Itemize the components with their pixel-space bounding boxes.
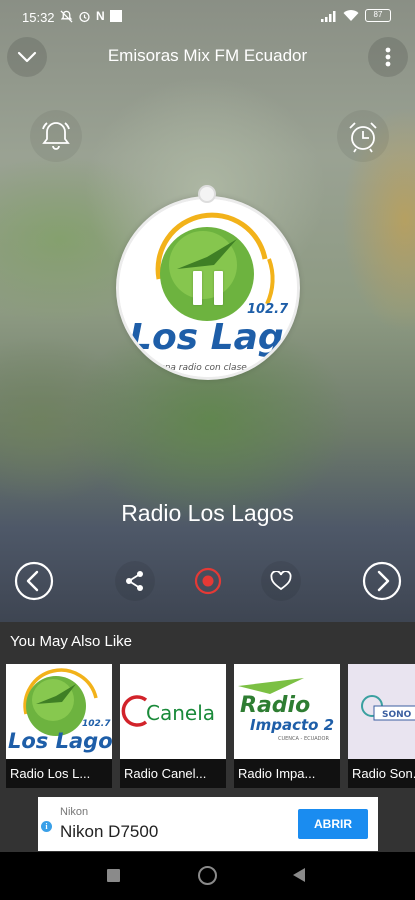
- pause-button[interactable]: [193, 271, 223, 305]
- station-card-label: Radio Los L...: [10, 766, 91, 781]
- logo-word: Los Lagos: [129, 317, 297, 358]
- station-card[interactable]: SONO Radio Son...: [348, 664, 415, 788]
- share-button[interactable]: [115, 561, 155, 601]
- svg-text:Radio: Radio: [240, 693, 310, 718]
- section-title: You May Also Like: [10, 633, 133, 650]
- chevron-right-icon: [362, 561, 402, 601]
- svg-text:102.7: 102.7: [82, 719, 111, 729]
- signal-icon: [321, 10, 336, 22]
- station-card[interactable]: Los Lagos 102.7 Radio Los L...: [6, 664, 112, 788]
- station-name: Radio Los Lagos: [121, 500, 294, 526]
- station-card-logo: Canela: [120, 664, 226, 759]
- station-card-logo: Los Lagos 102.7: [6, 664, 112, 759]
- bell-icon: [42, 122, 70, 150]
- station-card-label: Radio Canel...: [124, 766, 207, 781]
- status-bar: 15:32 N 87: [0, 0, 415, 34]
- previous-station-button[interactable]: [14, 561, 54, 601]
- sleep-timer-button[interactable]: [337, 110, 389, 162]
- status-left-icons: N: [60, 9, 122, 23]
- svg-text:Canela: Canela: [146, 701, 215, 725]
- ad-banner[interactable]: i Nikon Nikon D7500 ABRIR: [38, 797, 378, 851]
- alarm-status-icon: [79, 11, 90, 22]
- collapse-player-button[interactable]: [7, 37, 47, 77]
- svg-text:SONO: SONO: [382, 710, 412, 720]
- home-button[interactable]: [198, 866, 217, 885]
- station-card-label: Radio Son...: [352, 766, 415, 781]
- notification-square-icon: [109, 10, 122, 22]
- svg-text:CUENCA - ECUADOR: CUENCA - ECUADOR: [278, 736, 329, 742]
- station-card[interactable]: Canela Radio Canel...: [120, 664, 226, 788]
- status-right-icons: 87: [321, 9, 391, 22]
- favorite-button[interactable]: [261, 561, 301, 601]
- chevron-left-icon: [14, 561, 54, 601]
- svg-text:Impacto 2: Impacto 2: [250, 716, 334, 734]
- muted-bell-icon: [60, 9, 73, 23]
- share-icon: [126, 571, 143, 591]
- pause-icon-bar-right: [214, 271, 223, 305]
- station-card-logo: Radio Impacto 2 CUENCA - ECUADOR: [234, 664, 340, 759]
- next-station-button[interactable]: [362, 561, 402, 601]
- alarm-clock-icon: [349, 122, 377, 153]
- ad-product: Nikon D7500: [60, 822, 159, 841]
- alarm-button[interactable]: [30, 110, 82, 162]
- svg-text:una radio con clase: una radio con clase: [159, 363, 247, 373]
- ad-brand: Nikon: [60, 806, 89, 818]
- svg-text:Los Lagos: Los Lagos: [8, 729, 112, 753]
- system-navigation-bar: [0, 852, 415, 900]
- more-vertical-icon: [385, 47, 391, 67]
- back-triangle-icon[interactable]: [292, 867, 306, 883]
- wifi-icon: [343, 10, 359, 21]
- recents-button[interactable]: [107, 869, 120, 882]
- progress-knob[interactable]: [198, 185, 216, 203]
- svg-text:102.7: 102.7: [247, 302, 289, 317]
- station-card-logo: SONO: [348, 664, 415, 759]
- ad-info-icon[interactable]: i: [41, 821, 52, 832]
- heart-icon: [270, 571, 292, 591]
- pause-icon-bar-left: [193, 271, 202, 305]
- record-icon: [194, 567, 222, 595]
- page-title: Emisoras Mix FM Ecuador: [107, 46, 308, 65]
- station-card-label: Radio Impa...: [238, 766, 316, 781]
- status-time: 15:32: [22, 10, 55, 25]
- nfc-icon: N: [96, 9, 105, 23]
- chevron-down-icon: [17, 51, 37, 63]
- battery-icon: 87: [365, 9, 391, 22]
- record-button[interactable]: [188, 561, 228, 601]
- more-options-button[interactable]: [368, 37, 408, 77]
- station-card[interactable]: Radio Impacto 2 CUENCA - ECUADOR Radio I…: [234, 664, 340, 788]
- recommendations-list: Los Lagos 102.7 Radio Los L... Canela Ra…: [6, 664, 415, 788]
- ad-open-button[interactable]: ABRIR: [298, 809, 368, 839]
